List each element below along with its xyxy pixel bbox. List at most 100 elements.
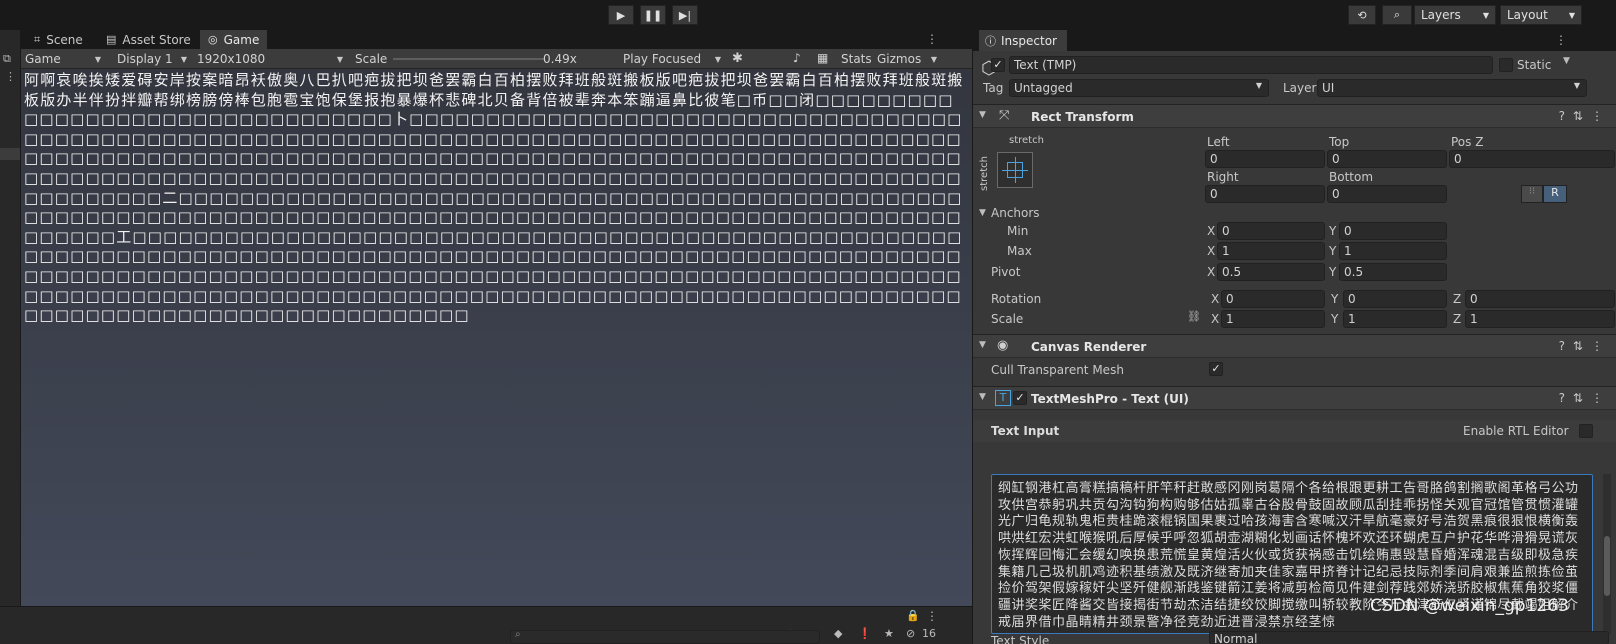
- bottom-field[interactable]: 0: [1327, 185, 1447, 203]
- favorite-icon[interactable]: ★: [884, 627, 894, 640]
- eye-icon: ◉: [997, 338, 1009, 353]
- static-checkbox[interactable]: [1499, 58, 1513, 72]
- text-style-label: Text Style: [991, 634, 1050, 644]
- step-icon: ▶|: [678, 8, 692, 22]
- left-dock-strip: ⧉ ⋮: [0, 30, 21, 606]
- layer-label: Layer: [1283, 81, 1317, 95]
- posz-field[interactable]: 0: [1449, 150, 1615, 168]
- fold-triangle-icon: ▼: [979, 340, 986, 350]
- search-button[interactable]: ⌕: [1382, 5, 1412, 25]
- tmp-enabled-checkbox[interactable]: ✓: [1013, 391, 1027, 405]
- chevron-down-icon: ▼: [714, 54, 721, 64]
- max-x-label: X: [1207, 244, 1216, 258]
- audio-icon[interactable]: ♪: [793, 51, 801, 65]
- anchor-min-y-field[interactable]: 0: [1339, 222, 1447, 240]
- project-search-input[interactable]: ⌕: [510, 629, 820, 644]
- fold-triangle-icon: ▼: [979, 110, 986, 120]
- rotation-x-field[interactable]: 0: [1221, 290, 1325, 308]
- rect-transform-title: Rect Transform: [1031, 110, 1134, 124]
- chevron-down-icon: ▼: [336, 54, 343, 64]
- blueprint-mode-button[interactable]: ⁝⁝: [1521, 185, 1543, 203]
- stats-button[interactable]: Stats: [841, 52, 872, 66]
- layer-dropdown[interactable]: UI ▼: [1317, 79, 1587, 97]
- text-scrollbar[interactable]: [1603, 474, 1611, 634]
- anchor-preset-button[interactable]: [997, 152, 1033, 188]
- rotation-y-label: Y: [1331, 292, 1339, 306]
- pivot-x-field[interactable]: 0.5: [1217, 263, 1325, 281]
- scale-slider[interactable]: [393, 58, 545, 60]
- tab-asset-store[interactable]: ▤ Asset Store: [98, 30, 199, 49]
- pause-button[interactable]: ❚❚: [640, 5, 666, 25]
- display-dropdown[interactable]: Display 1 ▼: [113, 49, 193, 69]
- tmp-header[interactable]: ▼ T ✓ TextMeshPro - Text (UI) ?⇅⋮: [973, 386, 1616, 410]
- chevron-down-icon: ▼: [1482, 10, 1489, 20]
- kebab-menu-icon[interactable]: ⋮: [926, 32, 938, 46]
- constrain-proportions-icon[interactable]: ⛓: [1187, 310, 1201, 323]
- active-checkbox[interactable]: ✓: [991, 58, 1005, 72]
- game-view[interactable]: 阿啊哀唉挨矮爱碍安岸按案暗昂袄傲奥八巴扒吧疤拔把坝爸罢霸白百柏摆败拜班般斑搬板版…: [21, 69, 972, 606]
- right-label: Right: [1207, 170, 1239, 184]
- inspector-tab-bar: ⓘ Inspector ⋮: [973, 30, 1616, 51]
- object-name-field[interactable]: Text (TMP): [1009, 56, 1493, 74]
- rotation-z-field[interactable]: 0: [1465, 290, 1615, 308]
- scale-x-field[interactable]: 1: [1221, 310, 1325, 328]
- chevron-down-icon: ▼: [94, 54, 101, 64]
- scrollbar-thumb[interactable]: [1604, 536, 1610, 596]
- anchor-max-x-field[interactable]: 1: [1217, 242, 1325, 260]
- keyboard-icon[interactable]: ▦: [817, 51, 828, 65]
- label-icon[interactable]: ◆: [834, 627, 842, 640]
- anchor-crosshair-h: [1002, 170, 1028, 171]
- kebab-menu-icon[interactable]: ⋮: [1555, 33, 1567, 47]
- step-button[interactable]: ▶|: [672, 5, 698, 25]
- pivot-y-field[interactable]: 0.5: [1339, 263, 1447, 281]
- cull-transparent-checkbox[interactable]: ✓: [1209, 362, 1223, 376]
- resolution-dropdown[interactable]: 1920x1080 ▼: [193, 49, 349, 69]
- info-icon: ⓘ: [985, 34, 996, 48]
- rotation-y-field[interactable]: 0: [1343, 290, 1447, 308]
- left-field[interactable]: 0: [1205, 150, 1325, 168]
- kebab-menu-icon[interactable]: ⋮: [926, 609, 938, 623]
- tab-asset-store-label: Asset Store: [122, 32, 191, 47]
- component-menu-icons[interactable]: ?⇅⋮: [1559, 109, 1611, 123]
- tab-game[interactable]: ◎ Game: [200, 30, 268, 49]
- layout-dropdown[interactable]: Layout ▼: [1500, 5, 1582, 25]
- scale-x-label: X: [1211, 312, 1220, 326]
- gizmos-label: Gizmos: [877, 52, 922, 66]
- chevron-down-icon[interactable]: ▼: [1563, 56, 1570, 66]
- canvas-renderer-header[interactable]: ▼ ◉ Canvas Renderer ?⇅⋮: [973, 334, 1616, 358]
- anchors-label: Anchors: [991, 206, 1040, 220]
- play-mode-dropdown[interactable]: Play Focused ▼: [619, 49, 727, 69]
- component-menu-icons[interactable]: ?⇅⋮: [1559, 339, 1611, 353]
- anchor-min-x-field[interactable]: 0: [1217, 222, 1325, 240]
- tab-scene[interactable]: ⌗ Scene: [26, 30, 91, 49]
- component-menu-icons[interactable]: ?⇅⋮: [1559, 391, 1611, 405]
- fold-triangle-icon[interactable]: ▼: [979, 208, 986, 218]
- anchor-max-y-field[interactable]: 1: [1339, 242, 1447, 260]
- bug-icon[interactable]: ✱: [732, 51, 743, 66]
- tag-dropdown[interactable]: Untagged ▼: [1009, 79, 1269, 97]
- top-field[interactable]: 0: [1327, 150, 1447, 168]
- game-rendered-text: 阿啊哀唉挨矮爱碍安岸按案暗昂袄傲奥八巴扒吧疤拔把坝爸罢霸白百柏摆败拜班般斑搬板版…: [24, 71, 964, 325]
- main-toolbar: ▶ ❚❚ ▶| ⟲ ⌕ Layers ▼ Layout ▼: [0, 0, 1616, 30]
- tab-inspector[interactable]: ⓘ Inspector: [979, 30, 1067, 51]
- kebab-menu-icon[interactable]: ⋮: [5, 70, 16, 83]
- lock-icon[interactable]: 🔒: [906, 609, 920, 622]
- hidden-eye-icon[interactable]: ⊘: [906, 627, 915, 640]
- rtl-editor-checkbox[interactable]: [1579, 424, 1593, 438]
- scale-z-field[interactable]: 1: [1465, 310, 1615, 328]
- rect-transform-header[interactable]: ▼ ⤧ Rect Transform ?⇅⋮: [973, 104, 1616, 128]
- text-input-row: Text Input Enable RTL Editor: [973, 420, 1616, 442]
- cull-transparent-label: Cull Transparent Mesh: [991, 363, 1124, 377]
- text-style-dropdown[interactable]: Normal: [1209, 631, 1609, 644]
- play-button[interactable]: ▶: [608, 5, 634, 25]
- bottom-label: Bottom: [1329, 170, 1374, 184]
- scale-y-field[interactable]: 1: [1343, 310, 1447, 328]
- view-dropdown[interactable]: Game ▼: [21, 49, 107, 69]
- history-button[interactable]: ⟲: [1348, 5, 1376, 25]
- gizmos-dropdown[interactable]: Gizmos ▼: [873, 49, 943, 69]
- hierarchy-icon[interactable]: ⧉: [3, 52, 11, 66]
- right-field[interactable]: 0: [1205, 185, 1325, 203]
- layers-dropdown[interactable]: Layers ▼: [1414, 5, 1496, 25]
- raw-edit-button[interactable]: R: [1543, 185, 1567, 203]
- warning-icon[interactable]: ❗: [858, 627, 872, 640]
